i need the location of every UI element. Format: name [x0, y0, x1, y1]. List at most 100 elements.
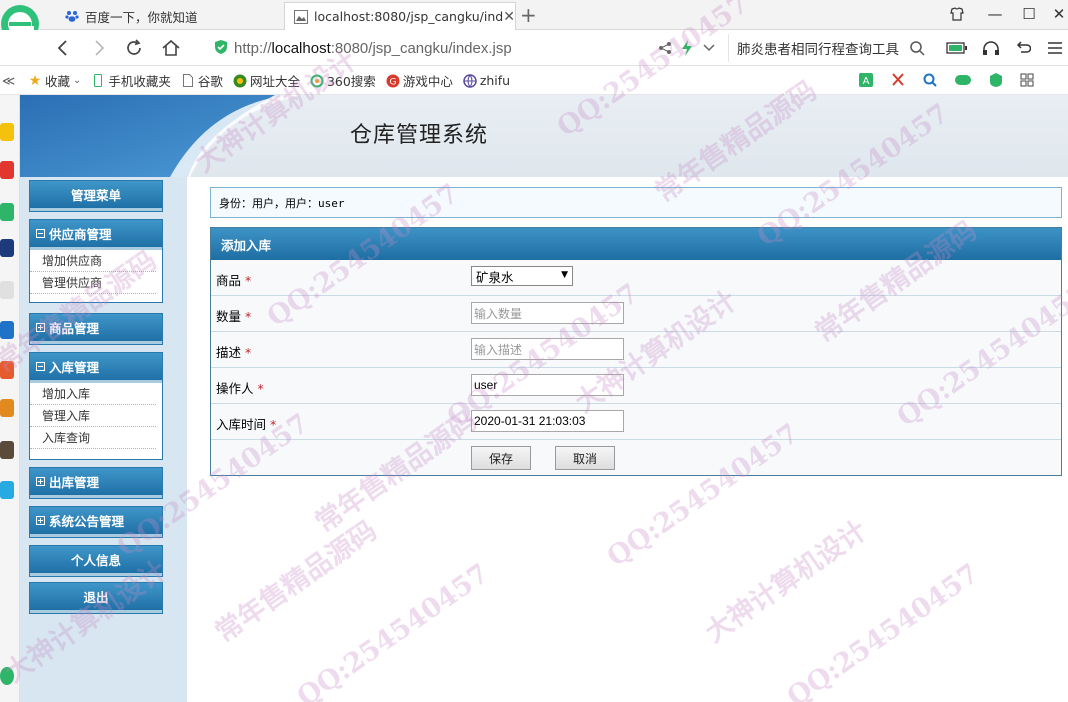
bookmark-item[interactable]: ★ 收藏 ⌄ [28, 71, 82, 90]
menu-icon[interactable] [1042, 36, 1068, 60]
address-bar[interactable]: http://localhost:8080/jsp_cangku/index.j… [214, 34, 722, 62]
close-tab-icon[interactable]: ✕ [503, 9, 515, 25]
menu-item-manage-supplier[interactable]: 管理供应商 [30, 272, 156, 294]
page-icon [181, 74, 195, 88]
bookmark-item[interactable]: 360搜索 [310, 71, 376, 90]
minimize-icon[interactable]: — [978, 0, 1012, 28]
bookmark-item[interactable]: 谷歌 [181, 71, 223, 90]
search-icon[interactable] [904, 36, 930, 60]
browser-nav-bar: http://localhost:8080/jsp_cangku/index.j… [0, 30, 1068, 66]
bookmark-item[interactable]: zhifu [463, 73, 510, 88]
back-icon[interactable] [50, 36, 76, 60]
stock-in-time-input[interactable]: 2020-01-31 21:03:03 [471, 410, 624, 432]
site-nav-icon [233, 74, 247, 88]
svg-text:A: A [863, 76, 870, 87]
required-mark: * [245, 309, 252, 324]
required-mark: * [245, 345, 252, 360]
360-search-icon [310, 74, 324, 88]
game-icon-2[interactable] [0, 399, 14, 417]
menu-group-header[interactable]: 供应商管理 [30, 220, 162, 250]
app-sidebar: 管理菜单 供应商管理 增加供应商 管理供应商 商品管理 入库管理 增加入库 管理… [20, 177, 187, 702]
field-label: 入库时间 * [216, 417, 277, 432]
menu-group-notice: 系统公告管理 [29, 506, 163, 538]
identity-text: 身份：用户，用户：user [219, 196, 345, 210]
maximize-icon[interactable]: ☐ [1012, 0, 1046, 28]
headphones-icon[interactable] [978, 36, 1004, 60]
app-icon[interactable] [0, 239, 14, 257]
menu-group-header[interactable]: 商品管理 [30, 314, 162, 344]
menu-header: 管理菜单 [30, 181, 162, 211]
bookmark-item[interactable]: 手机收藏夹 [91, 71, 171, 90]
required-mark: * [257, 381, 264, 396]
bookmark-bar: ≪ ★ 收藏 ⌄ 手机收藏夹 谷歌 网址大全 360搜索 G 游戏中心 zhifu A [0, 67, 1068, 95]
expand-icon [36, 323, 45, 332]
menu-group-product: 商品管理 [29, 313, 163, 345]
menu-item-manage-stock-in[interactable]: 管理入库 [30, 405, 156, 427]
bookmark-item[interactable]: G 游戏中心 [386, 71, 453, 90]
field-label: 描述 * [216, 345, 252, 360]
home-icon[interactable] [158, 36, 184, 60]
reload-icon[interactable] [121, 36, 147, 60]
doc-icon[interactable] [0, 281, 14, 299]
weibo-icon[interactable] [0, 161, 14, 179]
game-icon[interactable] [0, 361, 14, 379]
save-button[interactable]: 保存 [471, 446, 531, 470]
plus-icon[interactable] [0, 667, 14, 685]
secure-shield-icon [214, 39, 228, 58]
field-label: 商品 * [216, 273, 252, 288]
form-row-product: 商品 * 矿泉水 ▼ [211, 260, 1061, 296]
game-icon-3[interactable] [0, 441, 14, 459]
panel-title: 添加入库 [211, 228, 1061, 260]
scissors-icon[interactable] [890, 72, 906, 91]
add-stock-in-panel: 添加入库 商品 * 矿泉水 ▼ 数量 * 输入数量 描述 * 输入描述 操作人 * us… [210, 227, 1062, 476]
search-suggestion[interactable]: 肺炎患者相同行程查询工具 [728, 34, 928, 62]
page-favicon-icon [293, 9, 309, 25]
menu-group-supplier: 供应商管理 增加供应商 管理供应商 [29, 219, 163, 303]
bookmark-item[interactable]: 网址大全 [233, 71, 300, 90]
chevron-down-icon[interactable] [696, 36, 722, 60]
undo-icon[interactable] [1010, 36, 1036, 60]
product-select[interactable]: 矿泉水 ▼ [471, 266, 573, 286]
translate-icon[interactable]: A [858, 72, 874, 91]
chat-icon[interactable] [0, 321, 14, 339]
bookmark-overflow-icon[interactable]: ≪ [0, 73, 28, 88]
expand-icon [36, 516, 45, 525]
search-tool-icon[interactable] [922, 72, 938, 91]
page-viewport: 仓库管理系统 管理菜单 供应商管理 增加供应商 管理供应商 商品管理 入库管理 … [20, 95, 1068, 702]
expand-icon [36, 477, 45, 486]
menu-item-add-supplier[interactable]: 增加供应商 [30, 250, 156, 272]
skin-icon[interactable] [940, 0, 974, 28]
menu-group-header[interactable]: 出库管理 [30, 468, 162, 498]
wallet-icon[interactable] [988, 72, 1004, 91]
menu-group-stock-out: 出库管理 [29, 467, 163, 499]
menu-group-header[interactable]: 系统公告管理 [30, 507, 162, 537]
cloud-icon[interactable] [0, 481, 14, 499]
forward-icon[interactable] [86, 36, 112, 60]
tab-baidu[interactable]: 百度一下，你就知道 [56, 2, 280, 30]
battery-icon[interactable] [944, 36, 970, 60]
operator-input[interactable]: user [471, 374, 624, 396]
globe-icon [463, 73, 477, 88]
menu-item-add-stock-in[interactable]: 增加入库 [30, 383, 156, 405]
menu-header-block: 管理菜单 [29, 180, 163, 212]
menu-group-header[interactable]: 入库管理 [30, 353, 162, 383]
gamepad-icon[interactable] [954, 73, 972, 90]
favorites-icon[interactable] [0, 123, 14, 141]
new-tab-icon[interactable]: + [520, 3, 537, 27]
quantity-input[interactable]: 输入数量 [471, 302, 624, 324]
close-window-icon[interactable]: ✕ [1042, 0, 1068, 28]
browser-side-strip [0, 95, 20, 702]
cancel-button[interactable]: 取消 [555, 446, 615, 470]
personal-info-button[interactable]: 个人信息 [30, 546, 162, 576]
required-mark: * [270, 417, 277, 432]
logout-button[interactable]: 退出 [30, 583, 162, 613]
mail-icon[interactable] [0, 203, 14, 221]
browser-tab-bar: 百度一下，你就知道 localhost:8080/jsp_cangku/ind … [0, 0, 1068, 43]
menu-item-query-stock-in[interactable]: 入库查询 [30, 427, 156, 449]
field-label: 数量 * [216, 309, 252, 324]
grid-menu-icon[interactable] [1020, 73, 1034, 90]
description-input[interactable]: 输入描述 [471, 338, 624, 360]
dropdown-arrow-icon: ▼ [561, 270, 568, 280]
tab-localhost[interactable]: localhost:8080/jsp_cangku/ind ✕ [284, 2, 516, 30]
game-center-icon: G [386, 74, 400, 88]
